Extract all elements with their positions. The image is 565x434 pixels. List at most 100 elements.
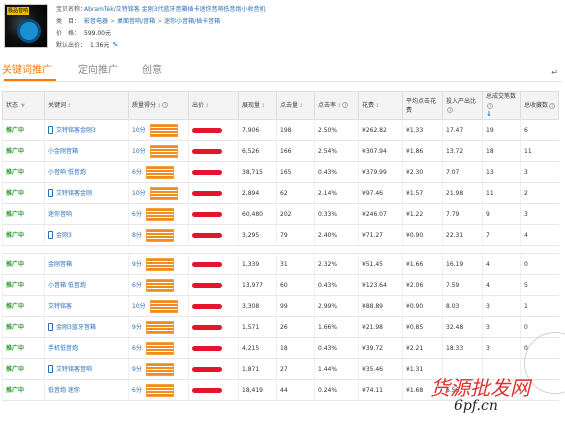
keyword-value[interactable]: 艾特铭客音响 (56, 366, 92, 373)
header-roi[interactable]: 投入产出比? (442, 91, 483, 120)
keyword-cell[interactable]: 低音炮 迷你 (44, 379, 129, 401)
category-level-2[interactable]: 桌面音响/音箱 (117, 18, 155, 25)
roi-cell: 17.47 (442, 119, 483, 141)
keyword-cell[interactable]: 艾特铭客金刚 (44, 182, 129, 204)
sort-icon[interactable]: ↕ (67, 103, 71, 109)
bid-cell (188, 224, 239, 246)
keyword-value[interactable]: 小金刚音箱 (48, 148, 78, 155)
keyword-value[interactable]: 小音箱 低音炮 (48, 282, 86, 289)
impressions-cell: 6,526 (238, 140, 277, 162)
table-row[interactable]: 推广中 艾特铭客 10分 3,308 99 2.99% ¥88.89 ¥0.90 8.03 3 1 (2, 295, 559, 317)
category-level-1[interactable]: 影音电器 (84, 18, 108, 25)
header-keyword[interactable]: 关键词↕ (44, 91, 129, 120)
help-icon[interactable]: ? (487, 102, 493, 109)
status-value: 推广中 (6, 189, 25, 197)
header-clicks[interactable]: 点击量↕ (276, 91, 315, 120)
status-value: 推广中 (6, 386, 25, 394)
keyword-cell[interactable]: 手机低音炮 (44, 337, 129, 359)
keyword-value[interactable]: 艾特铭客金刚 (56, 190, 92, 197)
sort-desc-active-icon[interactable]: ↓ (486, 110, 492, 118)
sort-icon[interactable]: ↕ (375, 103, 379, 109)
table-row[interactable]: 推广中 小音响 低音炮 6分 38,715 165 0.43% ¥379.99 ¥2.30 7.… (2, 161, 559, 183)
keyword-value[interactable]: 迷你音响 (48, 211, 72, 218)
tab-creative[interactable]: 创意 (142, 64, 162, 78)
sort-icon[interactable]: ↕ (157, 103, 161, 109)
header-impressions[interactable]: 展现量↕ (238, 91, 277, 120)
keyword-value[interactable]: 艾特铭客 (48, 303, 72, 310)
favorites-cell: 0 (520, 253, 559, 275)
sort-icon[interactable]: ↕ (299, 103, 303, 109)
tab-keyword-promotion[interactable]: 关键词推广 (2, 64, 52, 78)
avg-cpc-value: ¥0.85 (406, 323, 424, 331)
category-level-3[interactable]: 迷你小音箱/插卡音箱 (164, 18, 220, 25)
tab-targeted-promotion[interactable]: 定向推广 (78, 64, 118, 78)
clicks-cell: 60 (276, 274, 315, 296)
keyword-cell[interactable]: 小音响 低音炮 (44, 161, 129, 183)
keyword-value[interactable]: 金刚3蓝牙音箱 (56, 324, 96, 331)
sort-icon[interactable]: ↕ (261, 103, 265, 109)
table-row[interactable]: 推广中 小音箱 低音炮 6分 13,977 60 0.43% ¥123.64 ¥2.06 7.5… (2, 274, 559, 296)
help-icon[interactable]: ? (447, 107, 453, 113)
keyword-cell[interactable]: 艾特铭客金刚3 (44, 119, 129, 141)
keyword-cell[interactable]: 艾特铭客音响 (44, 358, 129, 380)
quality-score-cell: 9分 (128, 253, 189, 275)
keyword-cell[interactable]: 艾特铭客 (44, 295, 129, 317)
keyword-value[interactable]: 金刚3 (56, 232, 72, 239)
keyword-cell[interactable]: 小金刚音箱 (44, 140, 129, 162)
cost-cell: ¥21.98 (358, 316, 403, 338)
keyword-value[interactable]: 低音炮 迷你 (48, 387, 80, 394)
cost-value: ¥21.98 (362, 323, 383, 331)
table-row[interactable]: 推广中 金刚3蓝牙音箱 9分 1,571 26 1.66% ¥21.98 ¥0.85 32.48… (2, 316, 559, 338)
roi-cell: 18.33 (442, 337, 483, 359)
help-icon[interactable]: ? (342, 102, 349, 108)
table-row[interactable]: 推广中 艾特铭客金刚 10分 2,894 62 2.14% ¥97.46 ¥1.57 21.98… (2, 182, 559, 204)
product-title-link[interactable]: AbramTek/艾特铭客 金刚3代蓝牙音箱插卡迷你音响低音炮小收音机 (84, 6, 265, 13)
table-row[interactable]: 推广中 手机低音炮 6分 4,215 18 0.43% ¥39.72 ¥2.21 18.33 3 0 (2, 337, 559, 359)
clicks-value: 44 (280, 386, 288, 394)
keyword-cell[interactable]: 金刚音箱 (44, 253, 129, 275)
clicks-cell: 99 (276, 295, 315, 317)
bid-cell (188, 274, 239, 296)
redacted-bid-mark (192, 387, 222, 393)
table-row[interactable]: 推广中 迷你音响 6分 60,480 202 0.33% ¥246.07 ¥1.22 7.79 9… (2, 203, 559, 225)
sort-icon[interactable]: ↕ (205, 103, 209, 109)
clicks-value: 202 (280, 210, 292, 218)
header-ctr[interactable]: 点击率↕? (314, 91, 359, 120)
help-icon[interactable]: ? (549, 102, 556, 109)
favorites-cell: 3 (520, 203, 559, 225)
keyword-cell[interactable]: 迷你音响 (44, 203, 129, 225)
clicks-cell: 202 (276, 203, 315, 225)
header-total-orders[interactable]: 总成交笔数? ↓ (482, 91, 521, 120)
keyword-value[interactable]: 艾特铭客金刚3 (56, 127, 96, 134)
status-value: 推广中 (6, 281, 25, 289)
edit-pencil-icon[interactable]: ✎ (112, 42, 119, 49)
header-avg-cpc[interactable]: 平均点击花费 (402, 91, 443, 120)
dropdown-caret-icon[interactable]: ▼ (21, 103, 25, 109)
orders-value: 3 (486, 344, 490, 352)
header-cost[interactable]: 花费↕ (358, 91, 403, 120)
status-cell: 推广中 (2, 274, 45, 296)
impressions-cell: 60,480 (238, 203, 277, 225)
table-row[interactable]: 推广中 艾特铭客金刚3 10分 7,906 198 2.50% ¥262.82 ¥1.33 17… (2, 119, 559, 141)
help-icon[interactable]: ? (162, 102, 169, 108)
keyword-value[interactable]: 金刚音箱 (48, 261, 72, 268)
avg-cpc-value: ¥2.30 (406, 168, 424, 176)
header-total-favorites[interactable]: 总收藏数? (520, 91, 559, 120)
keyword-value[interactable]: 小音响 低音炮 (48, 169, 86, 176)
clicks-cell: 26 (276, 316, 315, 338)
impressions-value: 38,715 (242, 168, 263, 176)
keyword-cell[interactable]: 小音箱 低音炮 (44, 274, 129, 296)
keyword-value[interactable]: 手机低音炮 (48, 345, 78, 352)
header-bid[interactable]: 出价↕ (188, 91, 239, 120)
table-row[interactable]: 推广中 小金刚音箱 10分 6,526 166 2.54% ¥307.94 ¥1.86 13.7… (2, 140, 559, 162)
table-row[interactable]: 推广中 金刚3 8分 3,295 79 2.40% ¥71.27 ¥0.90 22.31 7 4 (2, 224, 559, 246)
table-row[interactable]: 推广中 金刚音箱 9分 1,339 31 2.32% ¥51.45 ¥1.66 16.19 4 0 (2, 253, 559, 275)
quality-score-cell: 9分 (128, 358, 189, 380)
keyword-cell[interactable]: 金刚3 (44, 224, 129, 246)
roi-cell: 7.59 (442, 274, 483, 296)
product-thumbnail[interactable]: 极品音响 (4, 4, 48, 48)
header-status[interactable]: 状态 ▼ (2, 91, 45, 120)
keyword-cell[interactable]: 金刚3蓝牙音箱 (44, 316, 129, 338)
sort-icon[interactable]: ↕ (337, 103, 341, 109)
header-quality-score[interactable]: 质量得分↕? (128, 91, 189, 120)
